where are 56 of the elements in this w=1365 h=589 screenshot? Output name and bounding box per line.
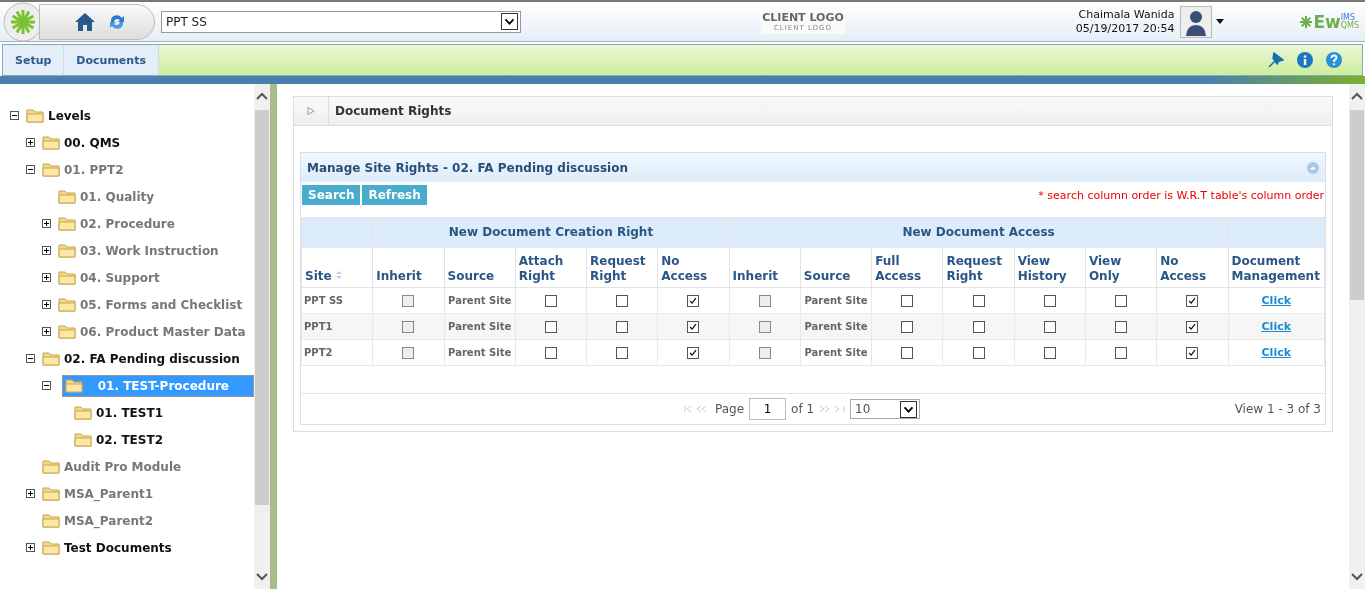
tree-item[interactable]: 01. PPT2 (40, 159, 126, 180)
table-cell: Parent Site (800, 313, 872, 340)
tree-item[interactable]: MSA_Parent2 (40, 510, 156, 531)
column-header[interactable]: Inherit (372, 247, 445, 288)
date-time: 05/19/2017 20:54 (1075, 21, 1175, 36)
site-dropdown[interactable]: PPT SS (161, 10, 521, 33)
column-header[interactable]: Attach Right (515, 247, 587, 288)
column-header[interactable]: Inherit (729, 247, 801, 288)
column-header[interactable]: Site (301, 247, 373, 288)
table-cell: Parent Site (444, 339, 516, 366)
column-group-header: New Document Access (729, 217, 1229, 248)
tree-item[interactable]: 03. Work Instruction (56, 240, 221, 261)
table-cell: PPT SS (301, 287, 373, 314)
table-cell: Parent Site (800, 339, 872, 366)
column-header[interactable]: Full Access (871, 247, 943, 288)
panel-title: Document Rights (334, 104, 452, 118)
menu-tab[interactable]: Documents (64, 45, 159, 75)
column-header[interactable]: No Access (657, 247, 730, 288)
user-name: Chaimala Wanida (1077, 7, 1175, 22)
record-summary: View 1 - 3 of 3 (1234, 402, 1322, 416)
tree-item[interactable]: Test Documents (40, 537, 174, 558)
column-header[interactable]: View History (1014, 247, 1086, 288)
page-label: Page (715, 402, 745, 416)
tree-item[interactable]: Audit Pro Module (40, 456, 184, 477)
tree-item[interactable]: 04. Support (56, 267, 162, 288)
grid-title: Manage Site Rights - 02. FA Pending discussion (307, 160, 628, 175)
table-cell: Parent Site (800, 287, 872, 314)
column-header[interactable]: Document Management (1228, 247, 1325, 288)
tree-item[interactable]: MSA_Parent1 (40, 483, 156, 504)
table-cell: Parent Site (444, 287, 516, 314)
column-header[interactable]: Request Right (942, 247, 1015, 288)
tree-item[interactable]: 05. Forms and Checklist (56, 294, 245, 315)
menu-tab[interactable]: Setup (3, 45, 65, 75)
tree-item[interactable]: 01. TEST1 (72, 402, 165, 423)
tree-item[interactable]: 00. QMS (40, 132, 123, 153)
page-input[interactable]: 1 (749, 398, 787, 420)
table-cell: PPT1 (301, 313, 373, 340)
column-header[interactable]: Source (800, 247, 872, 288)
tree-item[interactable]: 02. FA Pending discussion (40, 348, 242, 369)
page-size-dropdown[interactable]: 10 (850, 399, 921, 419)
tree-item[interactable]: 02. Procedure (56, 213, 177, 234)
table-cell: PPT2 (301, 339, 373, 366)
click-link[interactable]: Click (1261, 294, 1291, 307)
page-count: of 1 (791, 402, 815, 416)
tree-item[interactable]: 06. Product Master Data (56, 321, 248, 342)
column-header[interactable]: No Access (1156, 247, 1229, 288)
column-group-header: New Document Creation Right (372, 217, 730, 248)
tree-item[interactable]: Levels (24, 105, 93, 126)
column-header[interactable]: View Only (1085, 247, 1157, 288)
search-note: * search column order is W.R.T table's column order (1038, 188, 1324, 202)
tree-item[interactable]: 02. TEST2 (72, 429, 165, 450)
table-cell: Parent Site (444, 313, 516, 340)
click-link[interactable]: Click (1261, 346, 1291, 359)
tree-item[interactable]: 01. Quality (56, 186, 157, 207)
column-header[interactable]: Source (444, 247, 516, 288)
column-header[interactable]: Request Right (586, 247, 658, 288)
